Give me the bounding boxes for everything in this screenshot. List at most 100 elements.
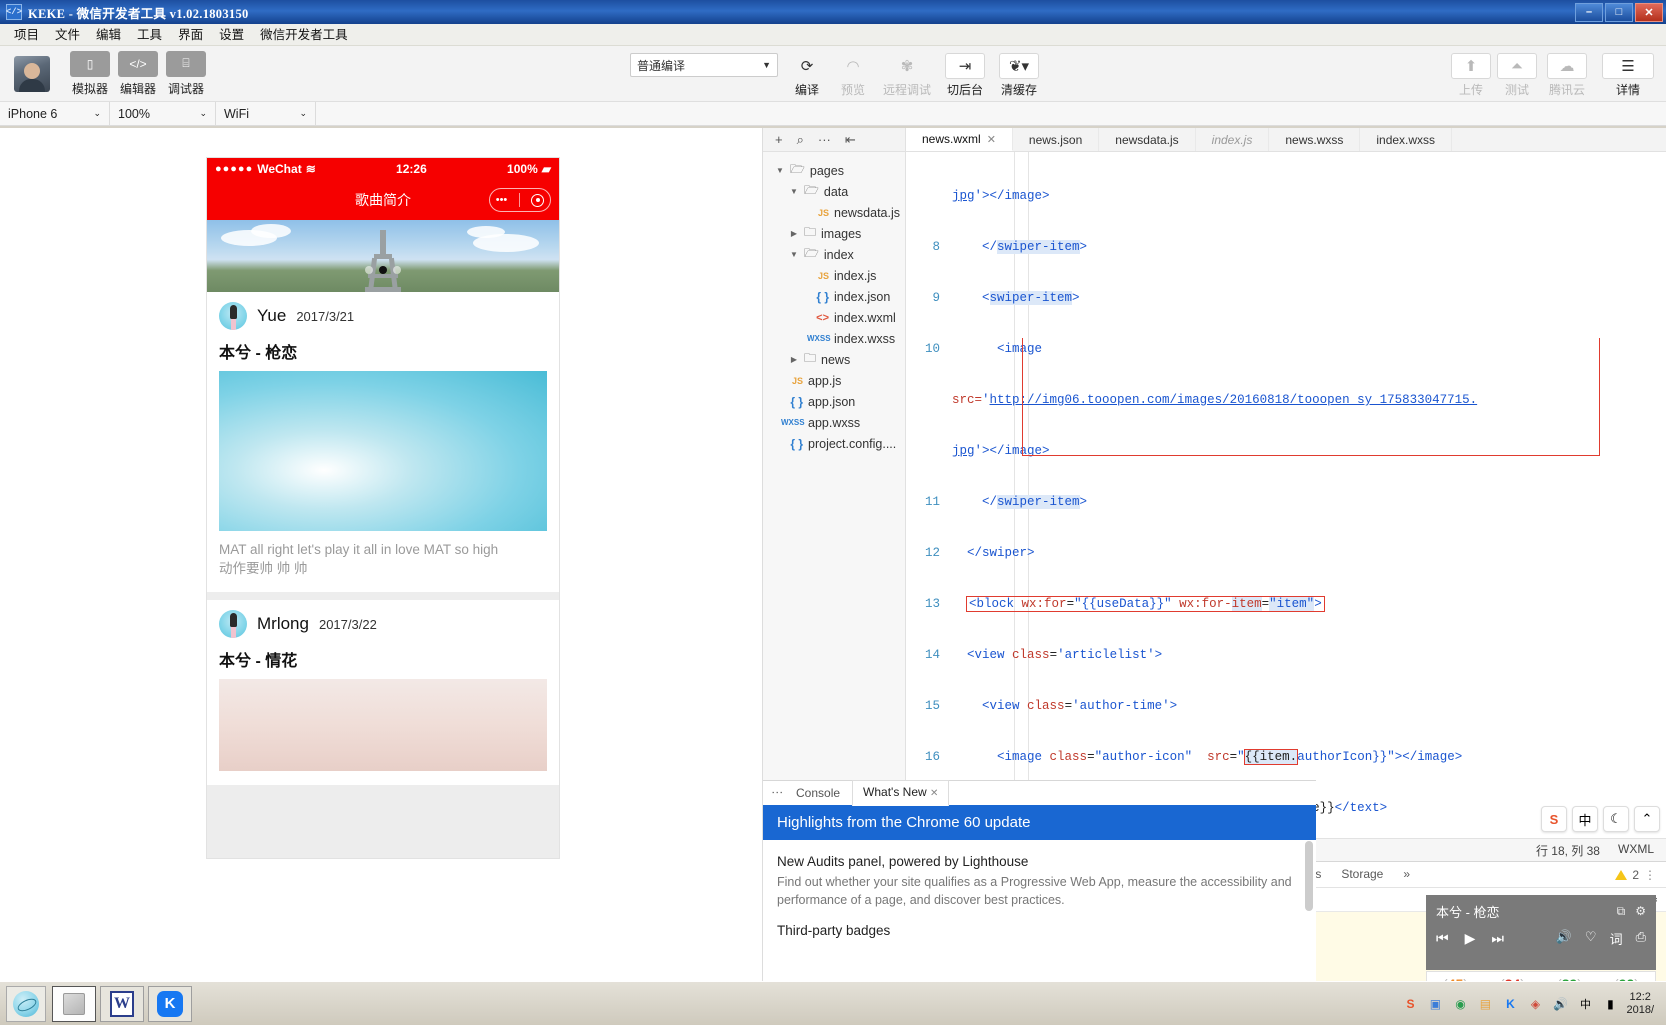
list-item[interactable]: Yue 2017/3/21 本兮 - 枪恋 MAT all right let'… xyxy=(207,292,559,592)
add-file-icon[interactable]: + xyxy=(775,132,783,147)
maximize-button[interactable]: □ xyxy=(1605,2,1633,22)
article-list[interactable]: Yue 2017/3/21 本兮 - 枪恋 MAT all right let'… xyxy=(207,292,559,858)
tree-node-index-js[interactable]: JS index.js xyxy=(763,265,905,286)
taskbar-item-word[interactable]: W xyxy=(100,985,144,1022)
list-item[interactable]: Mrlong 2017/3/22 本兮 - 情花 xyxy=(207,600,559,785)
menu-item-file[interactable]: 文件 xyxy=(47,24,88,46)
avatar[interactable] xyxy=(14,55,50,92)
tree-node-index-json[interactable]: { } index.json xyxy=(763,286,905,307)
tree-node-images[interactable]: ▶ 🗀 images xyxy=(763,223,905,244)
zoom-select[interactable]: 100% ⌄ xyxy=(110,101,216,126)
wechat-dev-icon[interactable]: K xyxy=(1501,995,1519,1013)
minimize-button[interactable]: – xyxy=(1575,2,1603,22)
tab-news-json[interactable]: news.json xyxy=(1013,128,1100,151)
tab-news-wxml[interactable]: news.wxml ✕ xyxy=(906,128,1013,151)
close-icon[interactable]: ✕ xyxy=(930,788,938,799)
moon-icon[interactable]: ☾ xyxy=(1603,806,1629,832)
tree-node-app-json[interactable]: { } app.json xyxy=(763,391,905,412)
play-icon[interactable]: ▶ xyxy=(1465,930,1476,947)
start-button[interactable] xyxy=(6,985,46,1022)
swiper-banner[interactable] xyxy=(207,220,559,292)
device-select[interactable]: iPhone 6 ⌄ xyxy=(0,101,110,126)
lyrics-icon[interactable]: 词 xyxy=(1610,929,1623,948)
heart-icon[interactable]: ♡ xyxy=(1585,929,1597,948)
chevron-right-icon[interactable]: ▶ xyxy=(789,229,799,238)
input-icon[interactable]: 中 xyxy=(1576,995,1594,1013)
warning-badge[interactable]: 2 ⋮ xyxy=(1615,868,1666,882)
tree-node-news[interactable]: ▶ 🗀 news xyxy=(763,349,905,370)
volume-icon[interactable]: 🔊 xyxy=(1556,929,1572,948)
tab-news-wxss[interactable]: news.wxss xyxy=(1269,128,1361,151)
tab-overflow[interactable]: » xyxy=(1393,862,1420,887)
network-icon[interactable]: ▮ xyxy=(1601,995,1619,1013)
editor-button[interactable]: </> 编辑器 xyxy=(116,50,160,97)
menu-item-tools[interactable]: 工具 xyxy=(129,24,170,46)
menu-item-project[interactable]: 项目 xyxy=(6,24,47,46)
chevron-down-icon[interactable]: ▼ xyxy=(789,187,799,196)
tab-index-wxss[interactable]: index.wxss xyxy=(1360,128,1453,151)
sogou-icon[interactable]: S xyxy=(1541,806,1567,832)
details-button[interactable]: ☰ 详情 xyxy=(1600,53,1656,98)
tab-console-drawer[interactable]: Console xyxy=(786,782,850,805)
volume-icon[interactable]: 🔊 xyxy=(1551,995,1569,1013)
tree-node-project-config[interactable]: { } project.config.... xyxy=(763,433,905,454)
test-button[interactable]: ⏶ 测试 xyxy=(1494,53,1540,98)
music-player-widget[interactable]: 本兮 - 枪恋 ⧉ ⚙ ⏮ ▶ ⏭ 🔊 ♡ 词 ⎙ xyxy=(1426,895,1656,970)
tencent-cloud-button[interactable]: ☁ 腾讯云 xyxy=(1540,53,1594,98)
tree-node-data[interactable]: ▼ 🗁 data xyxy=(763,181,905,202)
chevron-down-icon[interactable]: ▼ xyxy=(775,166,785,175)
tab-index-js[interactable]: index.js xyxy=(1196,128,1270,151)
chinese-mode-icon[interactable]: 中 xyxy=(1572,806,1598,832)
tree-node-index[interactable]: ▼ 🗁 index xyxy=(763,244,905,265)
code-content[interactable]: jpg'></image> 8 </swiper-item> 9 <swiper… xyxy=(906,152,1666,838)
tree-node-index-wxml[interactable]: <> index.wxml xyxy=(763,307,905,328)
settings-icon[interactable]: ⚙ xyxy=(1635,904,1646,919)
more-icon[interactable]: ⋮ xyxy=(1644,868,1656,882)
chevron-right-icon[interactable]: ▶ xyxy=(789,355,799,364)
clear-cache-button[interactable]: ❦▾ 清缓存 xyxy=(992,53,1046,98)
tab-storage[interactable]: Storage xyxy=(1331,862,1393,887)
background-button[interactable]: ⇥ 切后台 xyxy=(938,53,992,98)
tab-whats-new[interactable]: What's New ✕ xyxy=(852,780,950,806)
compile-button[interactable]: ⟳ 编译 xyxy=(784,53,830,98)
compile-mode-select[interactable]: 普通编译 ▼ xyxy=(630,53,778,77)
shield-icon[interactable]: ◈ xyxy=(1526,995,1544,1013)
simulator-button[interactable]: ▯ 模拟器 xyxy=(68,50,112,97)
previous-icon[interactable]: ⏮ xyxy=(1436,930,1449,947)
tree-node-newsdata-js[interactable]: JS newsdata.js xyxy=(763,202,905,223)
folder-icon[interactable]: ▣ xyxy=(1426,995,1444,1013)
taskbar-clock[interactable]: 12:2 2018/ xyxy=(1626,991,1658,1017)
target-icon[interactable] xyxy=(531,193,545,207)
collapse-icon[interactable]: ⌃ xyxy=(1634,806,1660,832)
capsule-menu[interactable]: ••• xyxy=(489,188,551,212)
tree-node-app-wxss[interactable]: WXSS app.wxss xyxy=(763,412,905,433)
close-icon[interactable]: ✕ xyxy=(987,133,996,146)
preview-button[interactable]: ◠ 预览 xyxy=(830,53,876,98)
swiper-dots[interactable] xyxy=(365,266,401,274)
more-icon[interactable]: ••• xyxy=(496,194,508,206)
collapse-panel-icon[interactable]: ⇤ xyxy=(845,132,856,148)
menu-item-interface[interactable]: 界面 xyxy=(170,24,211,46)
menu-item-edit[interactable]: 编辑 xyxy=(88,24,129,46)
network-select[interactable]: WiFi ⌄ xyxy=(216,101,316,126)
tree-node-app-js[interactable]: JS app.js xyxy=(763,370,905,391)
search-icon[interactable]: ⌕ xyxy=(797,132,804,148)
more-icon[interactable]: ⋮ xyxy=(771,787,785,800)
taskbar-item-devtool[interactable] xyxy=(52,985,96,1022)
browser-icon[interactable]: ◉ xyxy=(1451,995,1469,1013)
tree-node-index-wxss[interactable]: WXSS index.wxss xyxy=(763,328,905,349)
menu-item-wechat-devtool[interactable]: 微信开发者工具 xyxy=(252,24,356,46)
remote-debug-button[interactable]: ✾ 远程调试 xyxy=(876,53,938,98)
file-tree[interactable]: ▼ 🗁 pages ▼ 🗁 data JS newsdata.js ▶ 🗀 im… xyxy=(763,152,906,838)
debugger-button[interactable]: ⌸ 调试器 xyxy=(164,50,208,97)
menu-item-settings[interactable]: 设置 xyxy=(211,24,252,46)
upload-button[interactable]: ⬆ 上传 xyxy=(1448,53,1494,98)
tree-node-pages[interactable]: ▼ 🗁 pages xyxy=(763,160,905,181)
close-button[interactable]: ✕ xyxy=(1635,2,1663,22)
code-editor[interactable]: jpg'></image> 8 </swiper-item> 9 <swiper… xyxy=(906,152,1666,838)
more-icon[interactable]: ··· xyxy=(818,132,831,147)
app-icon[interactable]: ▤ xyxy=(1476,995,1494,1013)
taskbar-item-kingsoft[interactable]: K xyxy=(148,985,192,1022)
sogou-icon[interactable]: S xyxy=(1401,995,1419,1013)
scrollbar-thumb[interactable] xyxy=(1305,841,1313,911)
